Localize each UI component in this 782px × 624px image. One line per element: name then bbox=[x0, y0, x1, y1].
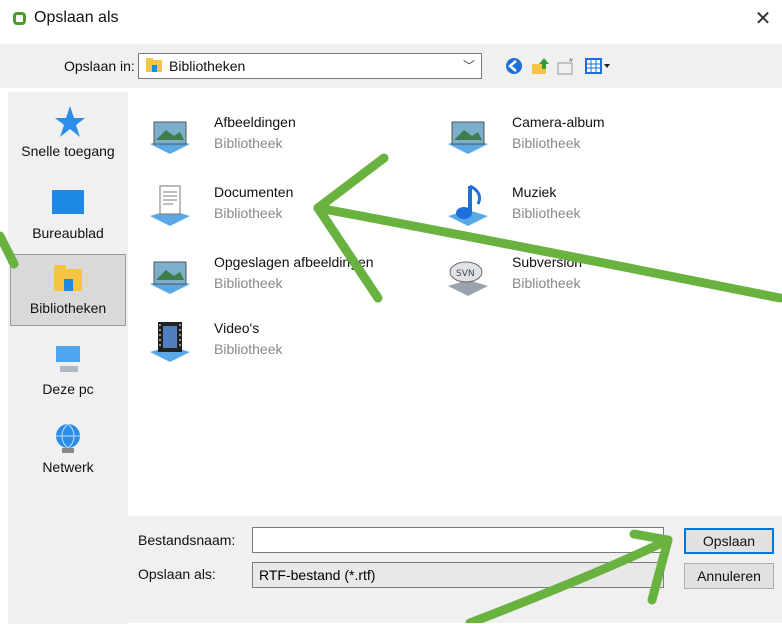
library-name: Camera-album bbox=[512, 114, 605, 130]
save-button[interactable]: Opslaan bbox=[684, 528, 774, 554]
savetype-value: RTF-bestand (*.rtf) bbox=[259, 567, 376, 583]
library-type: Bibliotheek bbox=[512, 205, 581, 221]
library-item-subversion[interactable]: SVN Subversion Bibliotheek bbox=[434, 248, 734, 304]
filename-label: Bestandsnaam: bbox=[138, 532, 236, 548]
save-in-label: Opslaan in: bbox=[64, 58, 135, 74]
sidebar-item-libraries[interactable]: Bibliotheken bbox=[10, 254, 126, 326]
location-text: Bibliotheken bbox=[169, 58, 246, 74]
chevron-down-icon: ﹀ bbox=[462, 59, 475, 73]
library-type: Bibliotheek bbox=[214, 275, 283, 291]
sidebar-item-label: Deze pc bbox=[42, 381, 94, 397]
videos-library-icon bbox=[150, 322, 190, 362]
svn-library-icon: SVN bbox=[448, 261, 488, 296]
sidebar-item-label: Snelle toegang bbox=[21, 143, 115, 159]
sidebar-item-label: Bureaublad bbox=[32, 225, 104, 241]
saved-pictures-library-icon bbox=[150, 261, 190, 294]
library-item-camera-album[interactable]: Camera-album Bibliotheek bbox=[434, 108, 734, 164]
library-type: Bibliotheek bbox=[214, 341, 283, 357]
title-bar: Opslaan als ✕ bbox=[0, 0, 782, 40]
window-title: Opslaan als bbox=[34, 9, 119, 26]
network-globe-icon bbox=[56, 423, 80, 453]
up-folder-icon[interactable] bbox=[530, 56, 550, 76]
sidebar-item-network[interactable]: Netwerk bbox=[10, 420, 126, 482]
savetype-select[interactable]: RTF-bestand (*.rtf) bbox=[252, 562, 664, 588]
back-icon[interactable] bbox=[504, 56, 524, 76]
sidebar-item-desktop[interactable]: Bureaublad bbox=[10, 186, 126, 244]
library-name: Documenten bbox=[214, 184, 294, 200]
library-type: Bibliotheek bbox=[214, 135, 283, 151]
desktop-icon bbox=[52, 190, 84, 214]
app-icon bbox=[13, 12, 26, 25]
library-type: Bibliotheek bbox=[512, 135, 581, 151]
sidebar-item-label: Bibliotheken bbox=[29, 300, 107, 316]
library-name: Subversion bbox=[512, 254, 583, 270]
library-name: Muziek bbox=[512, 184, 557, 200]
library-item-opgeslagen-afbeeldingen[interactable]: Opgeslagen afbeeldingen Bibliotheek bbox=[136, 248, 436, 304]
sidebar-item-label: Netwerk bbox=[42, 459, 94, 475]
library-name: Video's bbox=[214, 320, 260, 336]
savetype-label: Opslaan als: bbox=[138, 566, 216, 582]
library-name: Afbeeldingen bbox=[214, 114, 296, 130]
library-type: Bibliotheek bbox=[512, 275, 581, 291]
libraries-icon bbox=[146, 58, 162, 72]
computer-icon bbox=[56, 346, 80, 372]
library-item-afbeeldingen[interactable]: Afbeeldingen Bibliotheek bbox=[136, 108, 436, 164]
close-button[interactable]: ✕ bbox=[750, 6, 776, 32]
library-type: Bibliotheek bbox=[214, 205, 283, 221]
music-note-icon bbox=[448, 184, 488, 226]
library-item-muziek[interactable]: Muziek Bibliotheek bbox=[434, 178, 734, 234]
new-folder-icon[interactable] bbox=[556, 56, 576, 76]
file-list: Afbeeldingen Bibliotheek Camera-album Bi… bbox=[136, 92, 782, 516]
view-menu-icon[interactable] bbox=[584, 56, 614, 76]
library-item-videos[interactable]: Video's Bibliotheek bbox=[136, 314, 436, 370]
cancel-button[interactable]: Annuleren bbox=[684, 563, 774, 589]
location-dropdown[interactable]: Bibliotheken ﹀ bbox=[138, 53, 482, 79]
documents-library-icon bbox=[150, 185, 190, 226]
library-name: Opgeslagen afbeeldingen bbox=[214, 254, 374, 270]
star-icon bbox=[55, 106, 85, 137]
svg-text:SVN: SVN bbox=[456, 269, 475, 279]
pictures-library-icon bbox=[150, 121, 190, 154]
sidebar-item-this-pc[interactable]: Deze pc bbox=[10, 342, 126, 402]
chevron-down-icon[interactable]: ﹀ bbox=[645, 531, 657, 548]
sidebar-item-quick-access[interactable]: Snelle toegang bbox=[10, 104, 126, 168]
camera-album-library-icon bbox=[448, 121, 488, 154]
library-item-documenten[interactable]: Documenten Bibliotheek bbox=[136, 178, 436, 234]
libraries-icon bbox=[54, 265, 82, 291]
filename-input[interactable]: ﹀ bbox=[252, 527, 664, 553]
